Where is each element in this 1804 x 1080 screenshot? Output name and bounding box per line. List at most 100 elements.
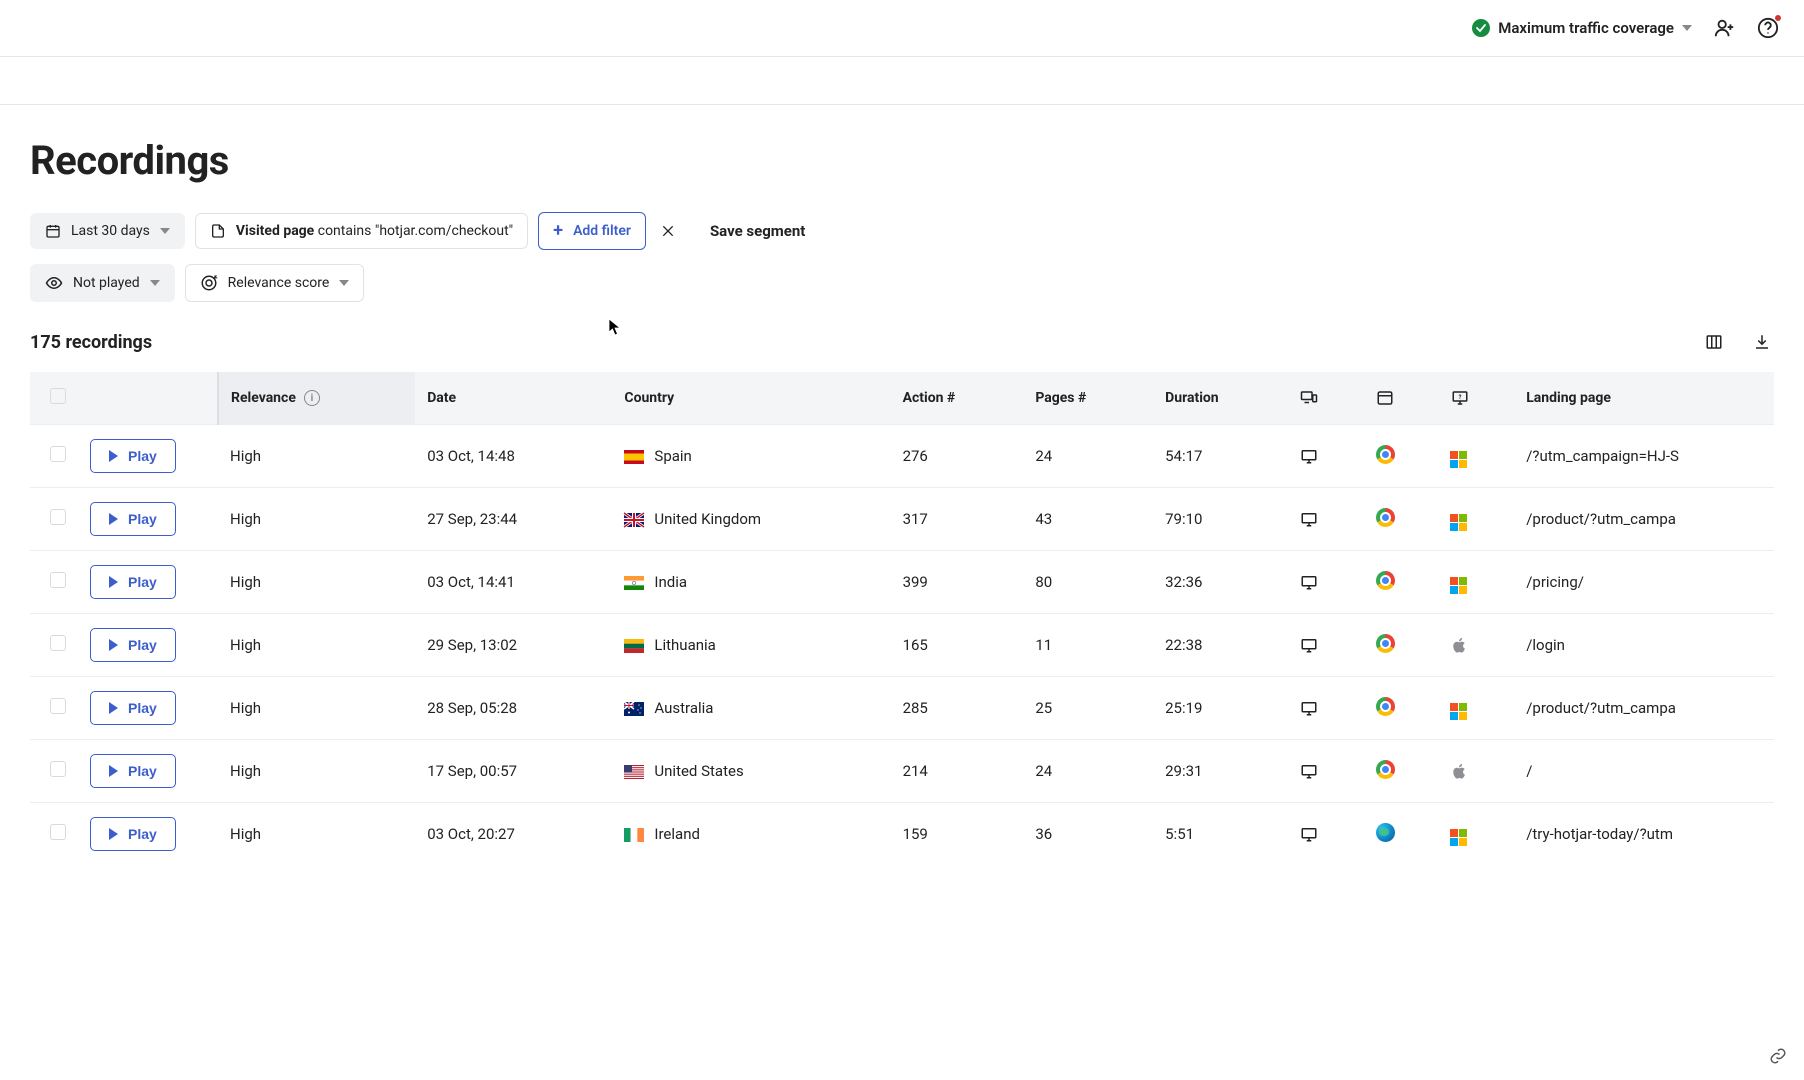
cell-os (1438, 425, 1514, 488)
row-checkbox[interactable] (50, 824, 66, 840)
clear-filters-button[interactable] (656, 219, 680, 243)
plus-icon: + (553, 222, 563, 240)
col-os[interactable]: ? (1438, 372, 1514, 425)
date-range-filter[interactable]: Last 30 days (30, 213, 185, 249)
cell-device (1287, 740, 1363, 803)
cell-duration: 22:38 (1153, 614, 1287, 677)
cell-duration: 25:19 (1153, 677, 1287, 740)
recordings-count: 175 recordings (30, 332, 152, 353)
row-checkbox[interactable] (50, 509, 66, 525)
play-label: Play (128, 763, 157, 779)
col-pages[interactable]: Pages # (1023, 372, 1153, 425)
cell-browser (1364, 803, 1438, 866)
table-row[interactable]: Play High 03 Oct, 20:27 Ireland 159 36 5… (30, 803, 1774, 866)
play-button[interactable]: Play (90, 439, 176, 473)
cell-landing: /product/?utm_campa (1514, 488, 1774, 551)
cell-action: 214 (891, 740, 1024, 803)
cell-pages: 36 (1023, 803, 1153, 866)
cell-landing: /product/?utm_campa (1514, 677, 1774, 740)
select-all-checkbox[interactable] (50, 388, 66, 404)
table-row[interactable]: Play High 29 Sep, 13:02 Lithuania 165 11… (30, 614, 1774, 677)
played-status-filter[interactable]: Not played (30, 264, 175, 302)
cell-os (1438, 488, 1514, 551)
cell-date: 03 Oct, 14:48 (415, 425, 612, 488)
play-button[interactable]: Play (90, 754, 176, 788)
row-checkbox[interactable] (50, 635, 66, 651)
traffic-coverage-label: Maximum traffic coverage (1498, 19, 1674, 37)
os-icon: ? (1450, 389, 1470, 407)
help-button[interactable] (1756, 16, 1780, 40)
table-row[interactable]: Play High 28 Sep, 05:28 Australia 285 25… (30, 677, 1774, 740)
cell-browser (1364, 614, 1438, 677)
play-label: Play (128, 574, 157, 590)
col-relevance[interactable]: Relevance (231, 390, 296, 406)
download-icon (1753, 333, 1771, 351)
invite-user-button[interactable] (1712, 16, 1736, 40)
info-icon[interactable]: i (304, 390, 320, 406)
recordings-table-wrap: Relevance i Date Country Action # Pages #… (30, 372, 1774, 865)
cell-action: 165 (891, 614, 1024, 677)
col-landing[interactable]: Landing page (1514, 372, 1774, 425)
cell-pages: 11 (1023, 614, 1153, 677)
save-segment-button[interactable]: Save segment (710, 222, 805, 240)
table-row[interactable]: Play High 17 Sep, 00:57 United States 21… (30, 740, 1774, 803)
play-button[interactable]: Play (90, 817, 176, 851)
date-range-label: Last 30 days (71, 223, 150, 239)
col-country[interactable]: Country (612, 372, 890, 425)
visited-page-filter[interactable]: Visited page contains "hotjar.com/checko… (195, 213, 528, 249)
page-icon (210, 223, 226, 239)
cell-os (1438, 803, 1514, 866)
close-icon (660, 223, 676, 239)
check-circle-icon (1472, 19, 1490, 37)
col-device[interactable] (1287, 372, 1363, 425)
play-icon (109, 702, 118, 714)
play-icon (109, 639, 118, 651)
cell-os (1438, 551, 1514, 614)
cell-duration: 54:17 (1153, 425, 1287, 488)
play-button[interactable]: Play (90, 565, 176, 599)
play-button[interactable]: Play (90, 502, 176, 536)
cell-device (1287, 677, 1363, 740)
table-row[interactable]: Play High 27 Sep, 23:44 United Kingdom 3… (30, 488, 1774, 551)
chevron-down-icon (339, 280, 349, 286)
cell-relevance: High (218, 740, 415, 803)
col-action[interactable]: Action # (891, 372, 1024, 425)
add-filter-button[interactable]: + Add filter (538, 212, 646, 250)
col-date[interactable]: Date (415, 372, 612, 425)
download-button[interactable] (1750, 330, 1774, 354)
traffic-coverage-dropdown[interactable]: Maximum traffic coverage (1472, 19, 1692, 37)
table-row[interactable]: Play High 03 Oct, 14:48 Spain 276 24 54:… (30, 425, 1774, 488)
play-label: Play (128, 448, 157, 464)
top-bar: Maximum traffic coverage (0, 0, 1804, 57)
relevance-score-filter[interactable]: Relevance score (185, 264, 365, 302)
cell-device (1287, 425, 1363, 488)
cell-country: United States (612, 740, 890, 803)
cell-landing: / (1514, 740, 1774, 803)
cell-os (1438, 614, 1514, 677)
row-checkbox[interactable] (50, 572, 66, 588)
link-icon (1769, 1047, 1787, 1065)
cell-landing: /?utm_campaign=HJ-S (1514, 425, 1774, 488)
play-button[interactable]: Play (90, 628, 176, 662)
cell-duration: 5:51 (1153, 803, 1287, 866)
play-label: Play (128, 826, 157, 842)
cell-relevance: High (218, 803, 415, 866)
row-checkbox[interactable] (50, 761, 66, 777)
recordings-table: Relevance i Date Country Action # Pages #… (30, 372, 1774, 865)
cell-action: 399 (891, 551, 1024, 614)
table-row[interactable]: Play High 03 Oct, 14:41 India 399 80 32:… (30, 551, 1774, 614)
play-icon (109, 828, 118, 840)
devices-icon (1299, 389, 1319, 407)
cell-date: 03 Oct, 14:41 (415, 551, 612, 614)
cell-landing: /login (1514, 614, 1774, 677)
cell-duration: 29:31 (1153, 740, 1287, 803)
col-duration[interactable]: Duration (1153, 372, 1287, 425)
row-checkbox[interactable] (50, 698, 66, 714)
columns-button[interactable] (1702, 330, 1726, 354)
col-browser[interactable] (1364, 372, 1438, 425)
copy-link-button[interactable] (1766, 1044, 1790, 1068)
cell-duration: 79:10 (1153, 488, 1287, 551)
cell-date: 27 Sep, 23:44 (415, 488, 612, 551)
play-button[interactable]: Play (90, 691, 176, 725)
row-checkbox[interactable] (50, 446, 66, 462)
